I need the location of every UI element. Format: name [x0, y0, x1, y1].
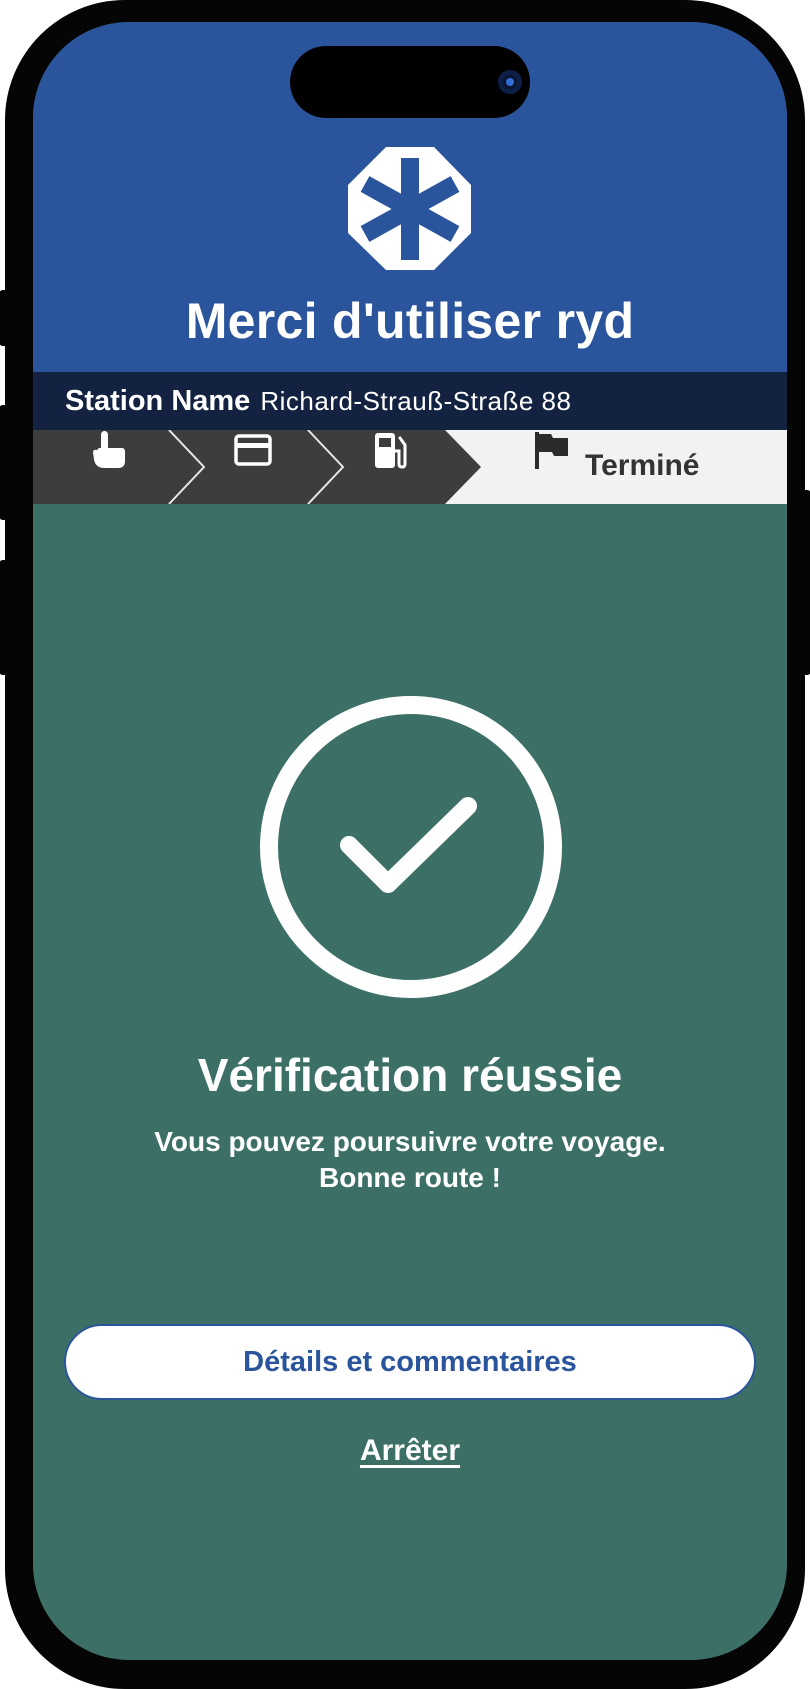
details-and-comments-button[interactable]: Détails et commentaires	[64, 1324, 756, 1400]
success-message-line-1: Vous pouvez poursuivre votre voyage.	[154, 1126, 666, 1157]
fuel-pump-icon	[375, 433, 407, 469]
side-button-action	[0, 290, 7, 346]
ryd-logo-icon	[348, 147, 471, 270]
dynamic-island	[290, 46, 530, 118]
success-message-line-2: Bonne route !	[319, 1162, 501, 1193]
app-header: Merci d'utiliser ryd	[33, 22, 787, 372]
hand-pointer-icon	[93, 431, 125, 468]
progress-stepper: Terminé	[33, 430, 787, 504]
stop-link-container: Arrêter	[33, 1434, 787, 1468]
page-title: Merci d'utiliser ryd	[185, 293, 635, 349]
station-info-bar: Station Name Richard-Strauß-Straße 88	[33, 372, 787, 430]
step-label-termine: Terminé	[585, 449, 700, 482]
success-title: Vérification réussie	[197, 1049, 623, 1101]
credit-card-icon	[234, 434, 272, 466]
side-button-volume-up	[0, 405, 7, 520]
check-circle-icon	[260, 696, 562, 998]
station-address: Richard-Strauß-Straße 88	[260, 385, 572, 416]
app-screen: Merci d'utiliser ryd Station Name Richar…	[33, 22, 787, 1660]
stop-link[interactable]: Arrêter	[360, 1434, 460, 1467]
side-button-power	[803, 490, 810, 675]
phone-frame: Merci d'utiliser ryd Station Name Richar…	[0, 0, 810, 1689]
station-label: Station Name	[65, 384, 251, 417]
front-camera	[498, 70, 522, 94]
side-button-volume-down	[0, 560, 7, 675]
flag-icon	[535, 432, 568, 469]
